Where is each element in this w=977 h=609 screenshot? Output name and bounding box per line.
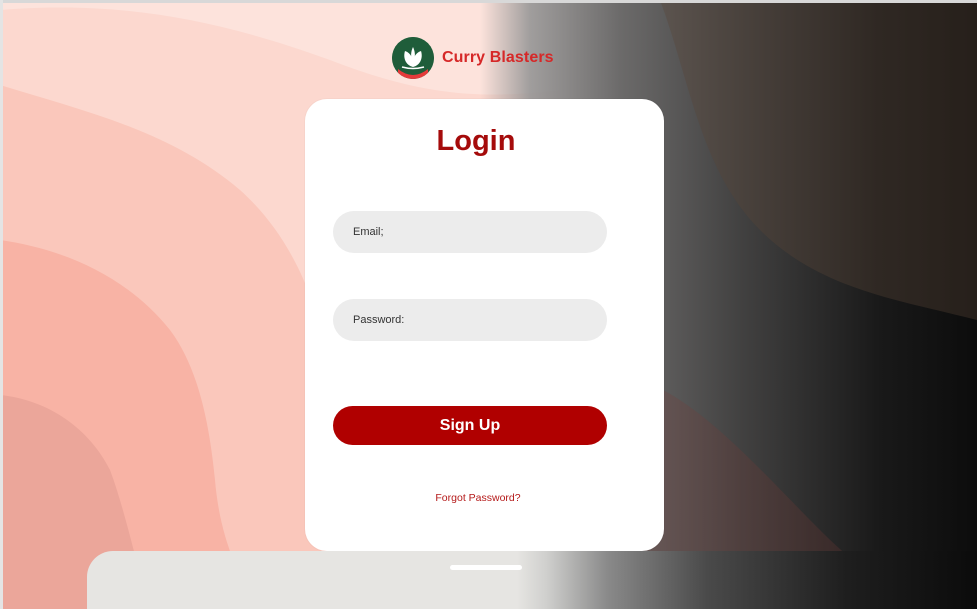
leaf-logo-icon bbox=[392, 37, 434, 79]
bottom-sheet[interactable] bbox=[87, 551, 977, 609]
window-top-border bbox=[0, 0, 977, 3]
sign-up-button[interactable]: Sign Up bbox=[333, 406, 607, 445]
brand-header[interactable]: Curry Blasters bbox=[392, 37, 554, 79]
brand-name: Curry Blasters bbox=[442, 49, 554, 66]
window-left-border bbox=[0, 0, 3, 609]
password-field[interactable]: Password: bbox=[333, 299, 607, 341]
login-card: Login Email; Password: Sign Up Forgot Pa… bbox=[305, 99, 664, 551]
password-label: Password: bbox=[353, 314, 405, 326]
forgot-password-link[interactable]: Forgot Password? bbox=[305, 492, 651, 504]
email-field[interactable]: Email; bbox=[333, 211, 607, 253]
login-page: Curry Blasters Login Email; Password: Si… bbox=[0, 0, 977, 609]
login-title: Login bbox=[436, 125, 516, 157]
email-label: Email; bbox=[353, 226, 384, 238]
drag-handle[interactable] bbox=[450, 565, 522, 570]
